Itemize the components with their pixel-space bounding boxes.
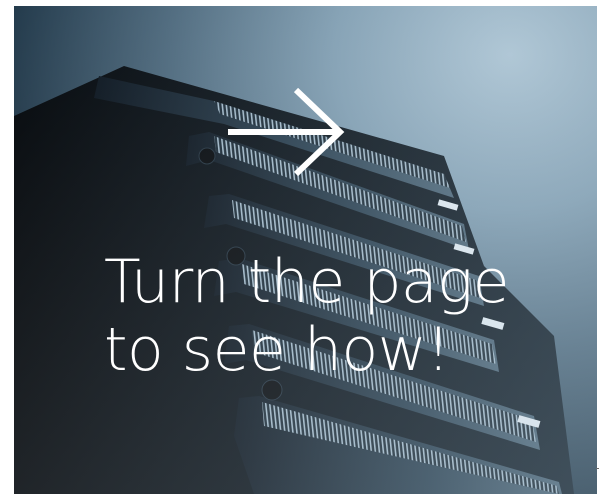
headline: Turn the page to see how!	[104, 248, 544, 384]
headline-line-2: to see how!	[104, 315, 450, 385]
arrow-right-icon	[228, 88, 345, 177]
hero-banner: Turn the page to see how!	[14, 6, 597, 494]
headline-line-1: Turn the page	[104, 247, 510, 317]
edge-mark	[596, 468, 599, 469]
